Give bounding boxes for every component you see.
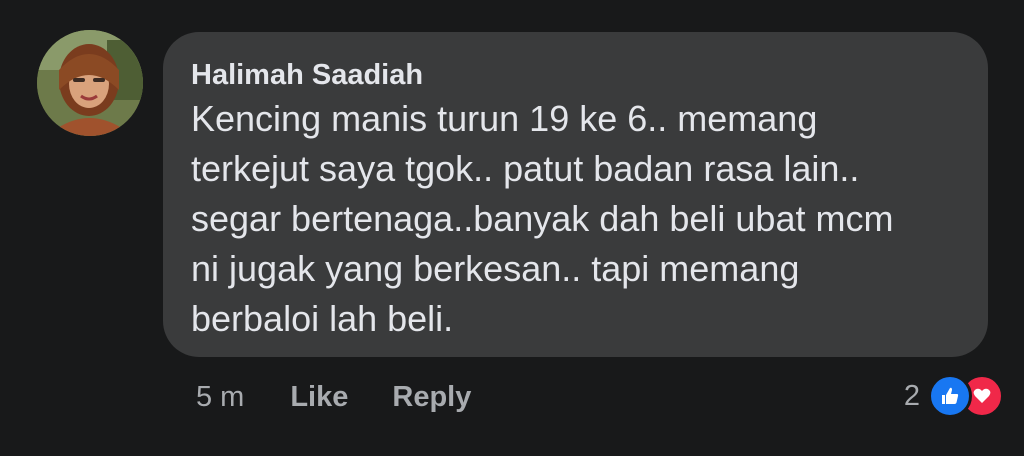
comment: Halimah Saadiah Kencing manis turun 19 k… xyxy=(0,0,1024,456)
comment-text-line: segar bertenaga..banyak dah beli ubat mc… xyxy=(191,198,894,239)
avatar[interactable] xyxy=(37,30,143,136)
comment-text-line: ni jugak yang berkesan.. tapi memang xyxy=(191,248,800,289)
comment-author[interactable]: Halimah Saadiah xyxy=(191,58,962,92)
reactions-summary[interactable]: 2 xyxy=(904,373,1004,419)
comment-text-line: terkejut saya tgok.. patut badan rasa la… xyxy=(191,148,860,189)
comment-text-line: Kencing manis turun 19 ke 6.. memang xyxy=(191,98,818,139)
comment-actions: 5 m Like Reply xyxy=(196,375,471,419)
like-icon xyxy=(928,374,972,418)
like-button[interactable]: Like xyxy=(290,381,348,414)
comment-timestamp[interactable]: 5 m xyxy=(196,381,244,414)
reaction-count: 2 xyxy=(903,379,920,412)
comment-text-line: berbaloi lah beli. xyxy=(191,298,454,339)
comment-text: Kencing manis turun 19 ke 6.. memang ter… xyxy=(191,94,962,344)
comment-bubble: Halimah Saadiah Kencing manis turun 19 k… xyxy=(163,32,988,357)
reply-button[interactable]: Reply xyxy=(392,381,471,414)
